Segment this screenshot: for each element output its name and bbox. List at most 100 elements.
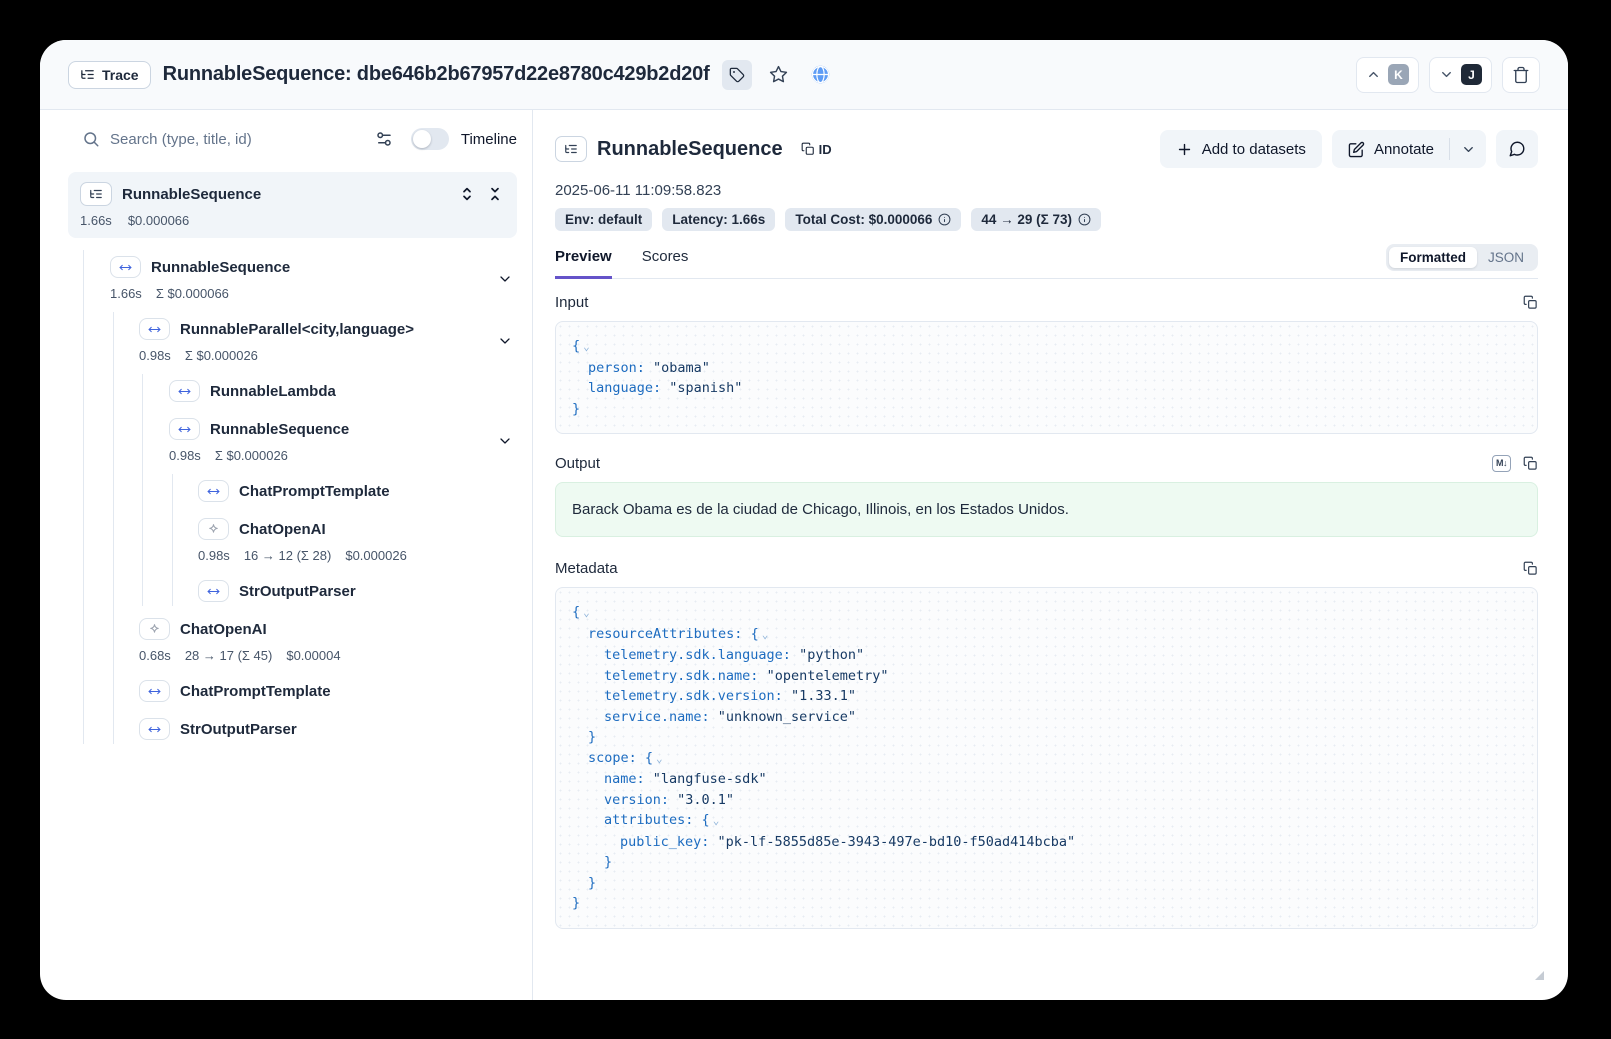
detail-title: RunnableSequence [597, 138, 783, 161]
output-section-header: Output M↓ [555, 444, 1538, 482]
copy-metadata-icon[interactable] [1523, 561, 1538, 576]
tree-item-stat: 28 → 17 (Σ 45) [185, 648, 273, 663]
metadata-json-viewer[interactable]: {⌄resourceAttributes: {⌄telemetry.sdk.la… [555, 587, 1538, 929]
prev-trace-button[interactable]: K [1356, 57, 1419, 93]
collapse-caret-icon[interactable]: ⌄ [656, 752, 663, 765]
title-bar-actions: K J [1356, 57, 1540, 93]
tree-item-stat: Σ $0.000066 [156, 286, 229, 301]
tree-item-runnableparallel-city-language-[interactable]: RunnableParallel<city,language> 0.98sΣ $… [68, 310, 517, 372]
public-share-button[interactable] [806, 60, 836, 90]
title-bar: Trace RunnableSequence: dbe646b2b67957d2… [40, 40, 1568, 110]
collapse-all-icon[interactable] [487, 186, 503, 202]
code-line: {⌄ [572, 336, 1521, 358]
list-tree-icon [80, 67, 95, 82]
comment-bubble-icon [1508, 140, 1526, 158]
collapse-caret-icon[interactable]: ⌄ [713, 814, 720, 827]
annotate-button[interactable]: Annotate [1332, 130, 1486, 168]
resize-handle[interactable] [1535, 971, 1544, 980]
format-option-json[interactable]: JSON [1477, 247, 1535, 268]
generation-icon [198, 518, 229, 540]
code-line: telemetry.sdk.version: "1.33.1" [572, 686, 1521, 707]
collapse-caret-icon[interactable]: ⌄ [583, 606, 590, 619]
toggle-knob [413, 130, 431, 148]
info-icon[interactable] [938, 213, 951, 226]
copy-input-icon[interactable] [1523, 295, 1538, 310]
code-line: name: "langfuse-sdk" [572, 769, 1521, 790]
copy-output-icon[interactable] [1523, 456, 1538, 471]
comments-button[interactable] [1496, 130, 1538, 168]
info-icon[interactable] [1078, 213, 1091, 226]
tree-item-chatprompttemplate[interactable]: ChatPromptTemplate [68, 672, 517, 710]
tree-item-chatprompttemplate[interactable]: ChatPromptTemplate [68, 472, 517, 510]
delete-trace-button[interactable] [1502, 57, 1540, 93]
copy-id-button[interactable]: ID [801, 142, 832, 157]
span-arrows-icon [110, 256, 141, 278]
search-input[interactable] [110, 131, 365, 148]
tabs-row: Preview Scores Formatted JSON [555, 243, 1538, 279]
chevron-down-icon[interactable] [497, 333, 513, 349]
tree-indent-guide [142, 374, 143, 606]
metric-badge: Total Cost: $0.000066 [785, 208, 961, 231]
tree-indent-guide [83, 250, 84, 744]
metadata-label: Metadata [555, 560, 618, 577]
tree-item-stat: 0.98s [198, 548, 230, 563]
annotate-dropdown-chevron-icon[interactable] [1461, 142, 1476, 157]
tag-button[interactable] [722, 60, 752, 90]
format-option-formatted[interactable]: Formatted [1389, 247, 1477, 268]
tree-item-stroutputparser[interactable]: StrOutputParser [68, 572, 517, 610]
code-line: person: "obama" [572, 358, 1521, 379]
detail-header: RunnableSequence ID Add to datasets [555, 130, 1538, 168]
code-line: } [572, 893, 1521, 914]
input-json-viewer[interactable]: {⌄person: "obama"language: "spanish"} [555, 321, 1538, 434]
tree-item-chatopenai[interactable]: ChatOpenAI 0.98s16 → 12 (Σ 28)$0.000026 [68, 510, 517, 572]
chevron-down-icon[interactable] [497, 271, 513, 287]
span-arrows-icon [139, 680, 170, 702]
add-to-datasets-button[interactable]: Add to datasets [1160, 130, 1322, 168]
list-tree-icon [564, 142, 578, 156]
tree-item-runnablesequence[interactable]: RunnableSequence 0.98sΣ $0.000026 [68, 410, 517, 472]
tree-item-stat: 0.68s [139, 648, 171, 663]
code-line: } [572, 399, 1521, 420]
copy-icon [801, 142, 815, 156]
markdown-toggle-icon[interactable]: M↓ [1492, 455, 1511, 472]
badge-label: 44 → 29 (Σ 73) [981, 212, 1072, 227]
search-row: Timeline [68, 110, 517, 168]
span-arrows-icon [169, 380, 200, 402]
chevron-down-icon[interactable] [497, 433, 513, 449]
tab-scores[interactable]: Scores [642, 248, 689, 279]
input-section-header: Input [555, 283, 1538, 321]
trace-chip-label: Trace [102, 67, 139, 83]
code-line: language: "spanish" [572, 378, 1521, 399]
badge-label: Total Cost: $0.000066 [795, 212, 932, 227]
list-tree-icon [89, 187, 103, 201]
next-trace-button[interactable]: J [1429, 57, 1492, 93]
collapse-caret-icon[interactable]: ⌄ [583, 340, 590, 353]
code-line: } [572, 727, 1521, 748]
tree-item-name: RunnableLambda [210, 383, 336, 400]
tree-item-runnablelambda[interactable]: RunnableLambda [68, 372, 517, 410]
expand-all-icon[interactable] [459, 186, 475, 202]
code-line: } [572, 873, 1521, 894]
collapse-caret-icon[interactable]: ⌄ [762, 628, 769, 641]
tree-root-item[interactable]: RunnableSequence 1.66s $0.000066 [68, 172, 517, 238]
tree-item-stroutputparser[interactable]: StrOutputParser [68, 710, 517, 748]
timeline-toggle[interactable] [411, 128, 449, 150]
metric-badges: Env: defaultLatency: 1.66sTotal Cost: $0… [555, 208, 1538, 231]
tree-item-runnablesequence[interactable]: RunnableSequence 1.66sΣ $0.000066 [68, 248, 517, 310]
view-settings-icon[interactable] [375, 130, 393, 148]
span-arrows-icon [169, 418, 200, 440]
search-icon [82, 130, 100, 148]
tab-preview[interactable]: Preview [555, 248, 612, 279]
kbd-k: K [1388, 64, 1409, 85]
tree-item-stat: Σ $0.000026 [215, 448, 288, 463]
code-line: scope: {⌄ [572, 748, 1521, 770]
timeline-label: Timeline [461, 131, 517, 148]
input-label: Input [555, 294, 588, 311]
span-arrows-icon [139, 718, 170, 740]
code-line: } [572, 852, 1521, 873]
annotate-label: Annotate [1374, 141, 1434, 158]
star-button[interactable] [764, 60, 794, 90]
tree-item-chatopenai[interactable]: ChatOpenAI 0.68s28 → 17 (Σ 45)$0.00004 [68, 610, 517, 672]
badge-label: Latency: 1.66s [672, 212, 765, 227]
button-divider [1449, 138, 1450, 160]
